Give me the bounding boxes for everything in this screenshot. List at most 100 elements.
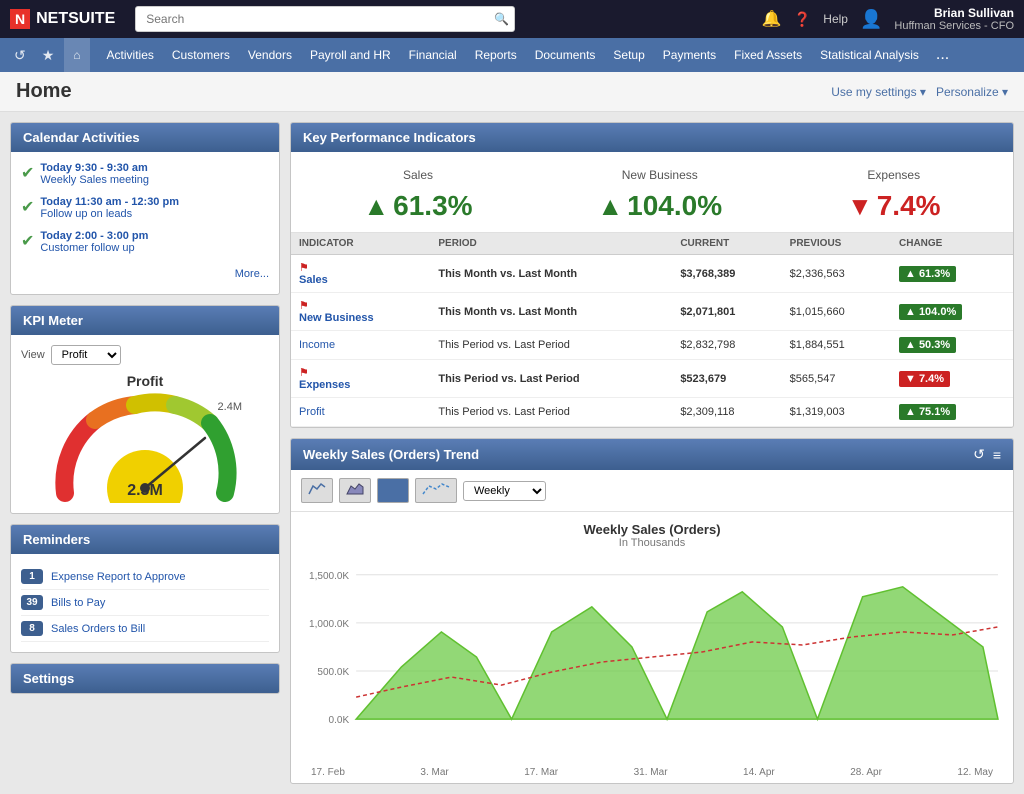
help-label[interactable]: Help xyxy=(823,12,848,26)
change-badge: ▲ 50.3% xyxy=(899,337,956,353)
kpi-cell-period: This Period vs. Last Period xyxy=(430,360,672,398)
reminder-link-2[interactable]: Bills to Pay xyxy=(51,597,105,609)
kpi-section: Key Performance Indicators Sales ▲ 61.3%… xyxy=(290,122,1014,428)
change-badge: ▲ 61.3% xyxy=(899,266,956,282)
help-icon[interactable]: ❓ xyxy=(794,11,811,28)
cal-desc-2[interactable]: Follow up on leads xyxy=(40,208,179,220)
cal-check-icon-2: ✔ xyxy=(21,197,34,217)
cal-item-1: ✔ Today 9:30 - 9:30 am Weekly Sales meet… xyxy=(21,162,269,186)
kpi-highlight-sales: Sales ▲ 61.3% xyxy=(363,168,472,222)
nav-documents[interactable]: Documents xyxy=(526,38,605,72)
chart-period-select[interactable]: Weekly Daily Monthly xyxy=(463,481,546,501)
nav-home-icon[interactable]: ⌂ xyxy=(64,38,89,72)
nav-refresh-icon[interactable]: ↺ xyxy=(8,38,32,72)
flag-icon: ⚑ xyxy=(299,262,309,274)
cal-desc-1[interactable]: Weekly Sales meeting xyxy=(40,174,149,186)
logo-text: NETSUITE xyxy=(36,10,115,28)
kpi-newbiz-number: 104.0% xyxy=(627,190,722,222)
svg-text:1,500.0K: 1,500.0K xyxy=(309,571,349,582)
nav-bar: ↺ ★ ⌂ Activities Customers Vendors Payro… xyxy=(0,38,1024,72)
reminder-item-3: 8 Sales Orders to Bill xyxy=(21,616,269,642)
kpi-cell-current: $523,679 xyxy=(672,360,781,398)
kpi-cell-name: Income xyxy=(291,331,430,360)
personalize-button[interactable]: Personalize ▾ xyxy=(936,85,1008,99)
kpi-cell-previous: $565,547 xyxy=(782,360,891,398)
nav-fixed-assets[interactable]: Fixed Assets xyxy=(725,38,811,72)
reminders-body: 1 Expense Report to Approve 39 Bills to … xyxy=(11,554,279,652)
reminder-item-2: 39 Bills to Pay xyxy=(21,590,269,616)
reminder-badge-3: 8 xyxy=(21,621,43,636)
page-title: Home xyxy=(16,80,72,103)
search-input[interactable] xyxy=(135,6,515,32)
nav-customers[interactable]: Customers xyxy=(163,38,239,72)
reminder-link-1[interactable]: Expense Report to Approve xyxy=(51,571,186,583)
flag-icon: ⚑ xyxy=(299,300,309,312)
kpi-view-select[interactable]: Profit xyxy=(51,345,121,365)
chart-area: Weekly Sales (Orders) In Thousands 1,500… xyxy=(291,512,1013,783)
kpi-table-row: ⚑New Business This Month vs. Last Month … xyxy=(291,293,1013,331)
nav-financial[interactable]: Financial xyxy=(400,38,466,72)
nav-vendors[interactable]: Vendors xyxy=(239,38,301,72)
kpi-meter-body: View Profit Profit 2.4M xyxy=(11,335,279,513)
chart-menu-icon[interactable]: ≡ xyxy=(993,446,1001,463)
chart-header-title: Weekly Sales (Orders) Trend xyxy=(303,447,479,462)
kpi-expenses-number: 7.4% xyxy=(877,190,941,222)
nav-setup[interactable]: Setup xyxy=(604,38,653,72)
chart-type-bar-btn[interactable] xyxy=(377,478,409,503)
reminder-link-3[interactable]: Sales Orders to Bill xyxy=(51,623,145,635)
nav-more-icon[interactable]: ... xyxy=(928,38,957,72)
nav-activities[interactable]: Activities xyxy=(98,38,163,72)
chart-date-2: 3. Mar xyxy=(420,767,448,778)
kpi-table-row: Income This Period vs. Last Period $2,83… xyxy=(291,331,1013,360)
nav-payments[interactable]: Payments xyxy=(654,38,725,72)
kpi-table-body: ⚑Sales This Month vs. Last Month $3,768,… xyxy=(291,255,1013,427)
kpi-cell-change: ▲ 61.3% xyxy=(891,255,1013,293)
reminder-badge-1: 1 xyxy=(21,569,43,584)
nav-favorites-icon[interactable]: ★ xyxy=(36,38,61,72)
kpi-meter-header: KPI Meter xyxy=(11,306,279,335)
kpi-table-header-row: Indicator Period Current Previous Change xyxy=(291,233,1013,255)
cal-check-icon-3: ✔ xyxy=(21,231,34,251)
kpi-sales-value: ▲ 61.3% xyxy=(363,190,472,222)
kpi-cell-change: ▲ 75.1% xyxy=(891,398,1013,427)
cal-item-2: ✔ Today 11:30 am - 12:30 pm Follow up on… xyxy=(21,196,269,220)
kpi-sales-label: Sales xyxy=(363,168,472,182)
kpi-cell-period: This Month vs. Last Month xyxy=(430,255,672,293)
gauge-svg: 2.3M xyxy=(45,393,245,503)
use-my-settings-button[interactable]: Use my settings ▾ xyxy=(831,85,926,99)
kpi-table-row: Profit This Period vs. Last Period $2,30… xyxy=(291,398,1013,427)
kpi-name-link[interactable]: Profit xyxy=(299,406,422,418)
chart-type-line-btn[interactable] xyxy=(301,478,333,503)
kpi-cell-previous: $1,884,551 xyxy=(782,331,891,360)
kpi-cell-change: ▲ 50.3% xyxy=(891,331,1013,360)
top-bar: N NETSUITE 🔍 🔔 ❓ Help 👤 Brian Sullivan H… xyxy=(0,0,1024,38)
chart-subtitle: In Thousands xyxy=(301,537,1003,549)
svg-text:500.0K: 500.0K xyxy=(317,667,349,678)
nav-payroll-hr[interactable]: Payroll and HR xyxy=(301,38,400,72)
kpi-expenses-arrow-icon: ▼ xyxy=(847,191,873,222)
weekly-sales-chart-svg: 1,500.0K 1,000.0K 500.0K 0.0K xyxy=(301,557,1003,767)
notifications-icon[interactable]: 🔔 xyxy=(762,9,782,29)
kpi-name-link[interactable]: Income xyxy=(299,339,422,351)
kpi-name-link[interactable]: Expenses xyxy=(299,379,422,391)
kpi-name-link[interactable]: New Business xyxy=(299,312,422,324)
chart-date-7: 12. May xyxy=(957,767,993,778)
search-icon[interactable]: 🔍 xyxy=(494,12,509,26)
page-header: Home Use my settings ▾ Personalize ▾ xyxy=(0,72,1024,112)
chart-refresh-icon[interactable]: ↺ xyxy=(973,446,985,463)
kpi-table-row: ⚑Sales This Month vs. Last Month $3,768,… xyxy=(291,255,1013,293)
gauge-max-label: 2.4M xyxy=(218,401,242,413)
kpi-name-link[interactable]: Sales xyxy=(299,274,422,286)
chart-type-area-btn[interactable] xyxy=(339,478,371,503)
kpi-highlight-newbiz: New Business ▲ 104.0% xyxy=(597,168,722,222)
kpi-cell-name: ⚑Sales xyxy=(291,255,430,293)
nav-reports[interactable]: Reports xyxy=(466,38,526,72)
chart-type-trend-btn[interactable] xyxy=(415,478,457,503)
cal-desc-3[interactable]: Customer follow up xyxy=(40,242,148,254)
chart-header-actions: ↺ ≡ xyxy=(973,446,1001,463)
chart-date-6: 28. Apr xyxy=(850,767,882,778)
line-chart-icon xyxy=(308,482,326,496)
cal-more-link[interactable]: More... xyxy=(21,264,269,284)
nav-statistical-analysis[interactable]: Statistical Analysis xyxy=(811,38,928,72)
bar-chart-icon xyxy=(384,482,402,496)
